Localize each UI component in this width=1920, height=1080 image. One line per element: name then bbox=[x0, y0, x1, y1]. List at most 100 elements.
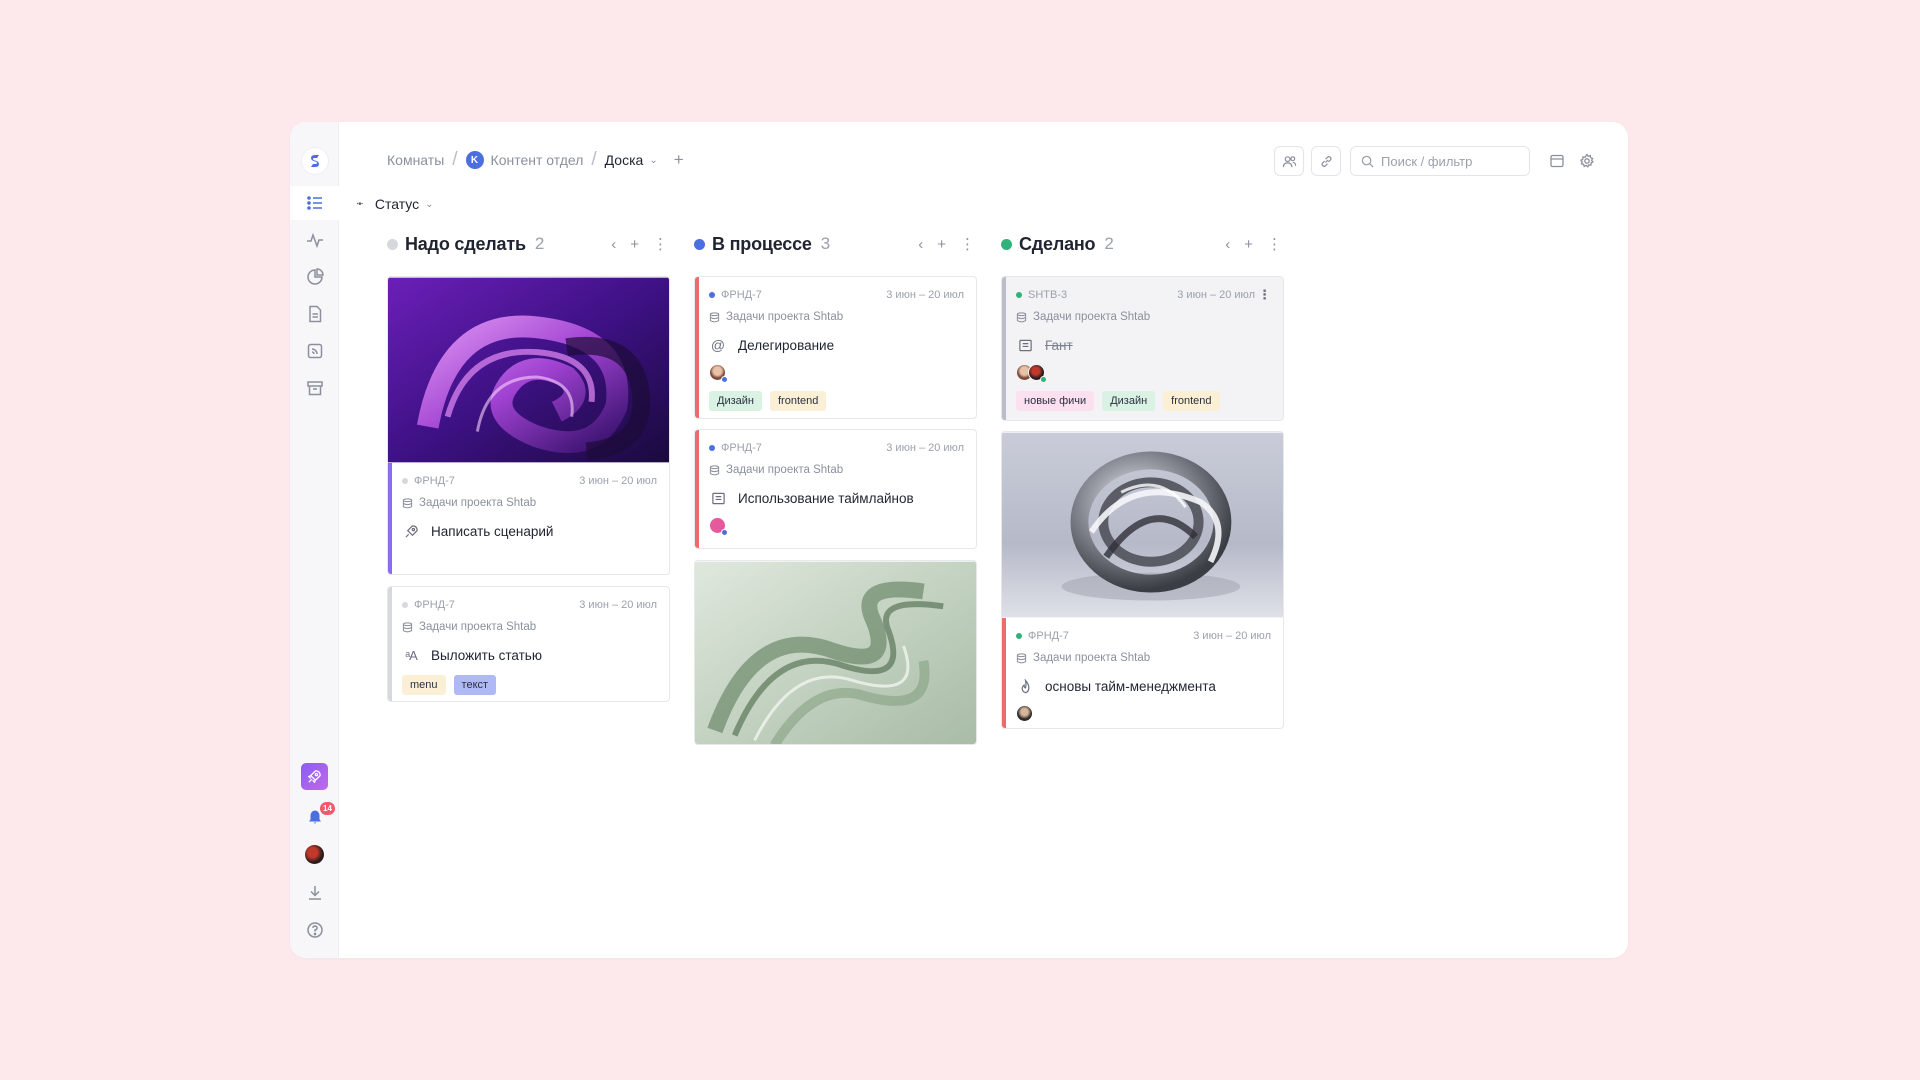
tag[interactable]: menu bbox=[402, 675, 446, 695]
tag[interactable]: frontend bbox=[769, 391, 827, 411]
database-icon bbox=[402, 621, 413, 632]
breadcrumb: Комнаты / K Контент отдел / Доска ⌄ + bbox=[387, 148, 684, 172]
add-view-icon[interactable]: + bbox=[674, 150, 684, 170]
flame-icon bbox=[1016, 677, 1034, 695]
task-title[interactable]: Написать сценарий bbox=[431, 524, 553, 539]
tag[interactable]: Дизайн bbox=[709, 391, 762, 411]
help-icon[interactable] bbox=[290, 913, 339, 947]
breadcrumb-current-board[interactable]: Доска bbox=[605, 152, 644, 168]
rss-icon[interactable] bbox=[290, 334, 339, 368]
sidebar: 14 bbox=[290, 122, 339, 958]
status-dot bbox=[709, 445, 715, 451]
column-count: 2 bbox=[534, 234, 545, 253]
project-name: Задачи проекта Shtab bbox=[726, 311, 844, 323]
status-dot bbox=[402, 602, 408, 608]
task-card[interactable]: ФРНД-7 3 июн – 20 июл Задачи проекта Shta… bbox=[387, 586, 670, 702]
task-card[interactable]: ФРНД-7 3 июн – 20 июл Задачи проекта Shta… bbox=[387, 276, 670, 575]
task-title[interactable]: Делегирование bbox=[738, 338, 834, 353]
group-by-selector[interactable]: ⋅•⋅ Статус ⌄ bbox=[356, 192, 434, 216]
breadcrumb-rooms[interactable]: Комнаты bbox=[387, 152, 444, 168]
task-card[interactable]: ФРНД-7 3 июн – 20 июл Задачи проекта Shta… bbox=[1001, 431, 1284, 729]
task-key: ФРНД-7 bbox=[721, 442, 762, 454]
more-icon[interactable]: ⋮ bbox=[653, 235, 668, 253]
chevron-down-icon[interactable]: ⌄ bbox=[649, 155, 657, 166]
card-body: ФРНД-7 3 июн – 20 июл Задачи проекта Shta… bbox=[388, 463, 669, 552]
search-icon bbox=[1361, 155, 1374, 168]
column-header: Сделано 2 ‹ + ⋮ bbox=[1001, 226, 1284, 262]
add-card-icon[interactable]: + bbox=[937, 236, 946, 253]
tag[interactable]: Дизайн bbox=[1102, 391, 1156, 411]
project-name: Задачи проекта Shtab bbox=[419, 621, 537, 633]
database-icon bbox=[709, 311, 720, 322]
task-key: SHTB-3 bbox=[1028, 289, 1068, 301]
more-icon[interactable]: ⋮ bbox=[1267, 235, 1282, 253]
card-body: ФРНД-7 3 июн – 20 июл Задачи проекта Shta… bbox=[695, 430, 976, 545]
task-card[interactable]: ФРНД-7 3 июн – 20 июл Задачи проекта Shta… bbox=[694, 429, 977, 549]
activity-icon[interactable] bbox=[290, 223, 339, 257]
notification-badge: 14 bbox=[320, 802, 335, 815]
collapse-icon[interactable]: ‹ bbox=[918, 236, 923, 253]
search-input[interactable] bbox=[1381, 153, 1521, 169]
search-field[interactable] bbox=[1350, 146, 1530, 176]
task-title[interactable]: Гант bbox=[1045, 338, 1073, 353]
rocket-button[interactable] bbox=[301, 763, 328, 790]
document-icon[interactable] bbox=[290, 297, 339, 331]
breadcrumb-separator: / bbox=[591, 149, 597, 170]
members-button[interactable] bbox=[1274, 146, 1304, 176]
column-count: 3 bbox=[820, 234, 831, 253]
tag[interactable]: новые фичи bbox=[1016, 391, 1095, 411]
task-card[interactable]: ⋮ SHTB-3 3 июн – 20 июл Задачи проекта Sh… bbox=[1001, 276, 1284, 421]
column-header: Надо сделать 2 ‹ + ⋮ bbox=[387, 226, 670, 262]
card-body: SHTB-3 3 июн – 20 июл Задачи проекта Shta… bbox=[1002, 277, 1283, 420]
card-cover-image bbox=[388, 277, 669, 463]
task-dates: 3 июн – 20 июл bbox=[886, 442, 964, 454]
add-card-icon[interactable]: + bbox=[1244, 236, 1253, 253]
tag[interactable]: frontend bbox=[1163, 391, 1220, 411]
link-button[interactable] bbox=[1311, 146, 1341, 176]
task-dates: 3 июн – 20 июл bbox=[886, 289, 964, 301]
list-view-icon[interactable] bbox=[290, 186, 339, 220]
pie-chart-icon[interactable] bbox=[290, 260, 339, 294]
image-card[interactable] bbox=[694, 560, 977, 745]
card-body: ФРНД-7 3 июн – 20 июл Задачи проекта Shta… bbox=[388, 587, 669, 701]
status-dot bbox=[709, 292, 715, 298]
task-dates: 3 июн – 20 июл bbox=[579, 475, 657, 487]
database-icon bbox=[1016, 311, 1027, 322]
document-icon bbox=[709, 489, 727, 507]
archive-icon[interactable] bbox=[290, 371, 339, 405]
card-body: ФРНД-7 3 июн – 20 июл Задачи проекта Shta… bbox=[1002, 618, 1283, 728]
tag[interactable]: текст bbox=[453, 675, 497, 695]
database-icon bbox=[402, 497, 413, 508]
task-title[interactable]: Использование таймлайнов bbox=[738, 491, 914, 506]
avatar[interactable] bbox=[1028, 364, 1047, 383]
task-title[interactable]: Выложить статью bbox=[431, 648, 542, 663]
more-icon[interactable]: ⋮ bbox=[960, 235, 975, 253]
column-title: Сделано bbox=[1019, 233, 1096, 254]
add-card-icon[interactable]: + bbox=[630, 236, 639, 253]
breadcrumb-team[interactable]: Контент отдел bbox=[491, 152, 584, 168]
column-count: 2 bbox=[1104, 234, 1114, 253]
avatar[interactable] bbox=[1016, 705, 1033, 722]
task-card[interactable]: ФРНД-7 3 июн – 20 июл Задачи проекта Shta… bbox=[694, 276, 977, 419]
card-cover-image bbox=[695, 561, 976, 744]
column-header: В процессе 3 ‹ + ⋮ bbox=[694, 226, 977, 262]
project-name: Задачи проекта Shtab bbox=[1033, 652, 1151, 664]
task-key: ФРНД-7 bbox=[721, 289, 762, 301]
project-name: Задачи проекта Shtab bbox=[726, 464, 844, 476]
collapse-icon[interactable]: ‹ bbox=[611, 236, 616, 253]
user-avatar[interactable] bbox=[305, 845, 324, 864]
app-logo[interactable] bbox=[302, 148, 328, 174]
avatar[interactable] bbox=[709, 364, 728, 383]
gear-icon[interactable] bbox=[1576, 150, 1598, 172]
download-icon[interactable] bbox=[290, 876, 339, 910]
column-title: В процессе bbox=[712, 233, 812, 254]
task-title[interactable]: основы тайм-менеджмента bbox=[1045, 679, 1216, 694]
chevron-down-icon: ⌄ bbox=[425, 198, 434, 210]
panel-icon[interactable] bbox=[1546, 150, 1568, 172]
collapse-icon[interactable]: ‹ bbox=[1225, 236, 1230, 253]
avatar[interactable] bbox=[709, 517, 728, 536]
team-badge: K bbox=[465, 151, 484, 169]
group-by-label: Статус bbox=[374, 196, 420, 212]
breadcrumb-separator: / bbox=[452, 149, 458, 170]
status-dot bbox=[694, 238, 705, 250]
